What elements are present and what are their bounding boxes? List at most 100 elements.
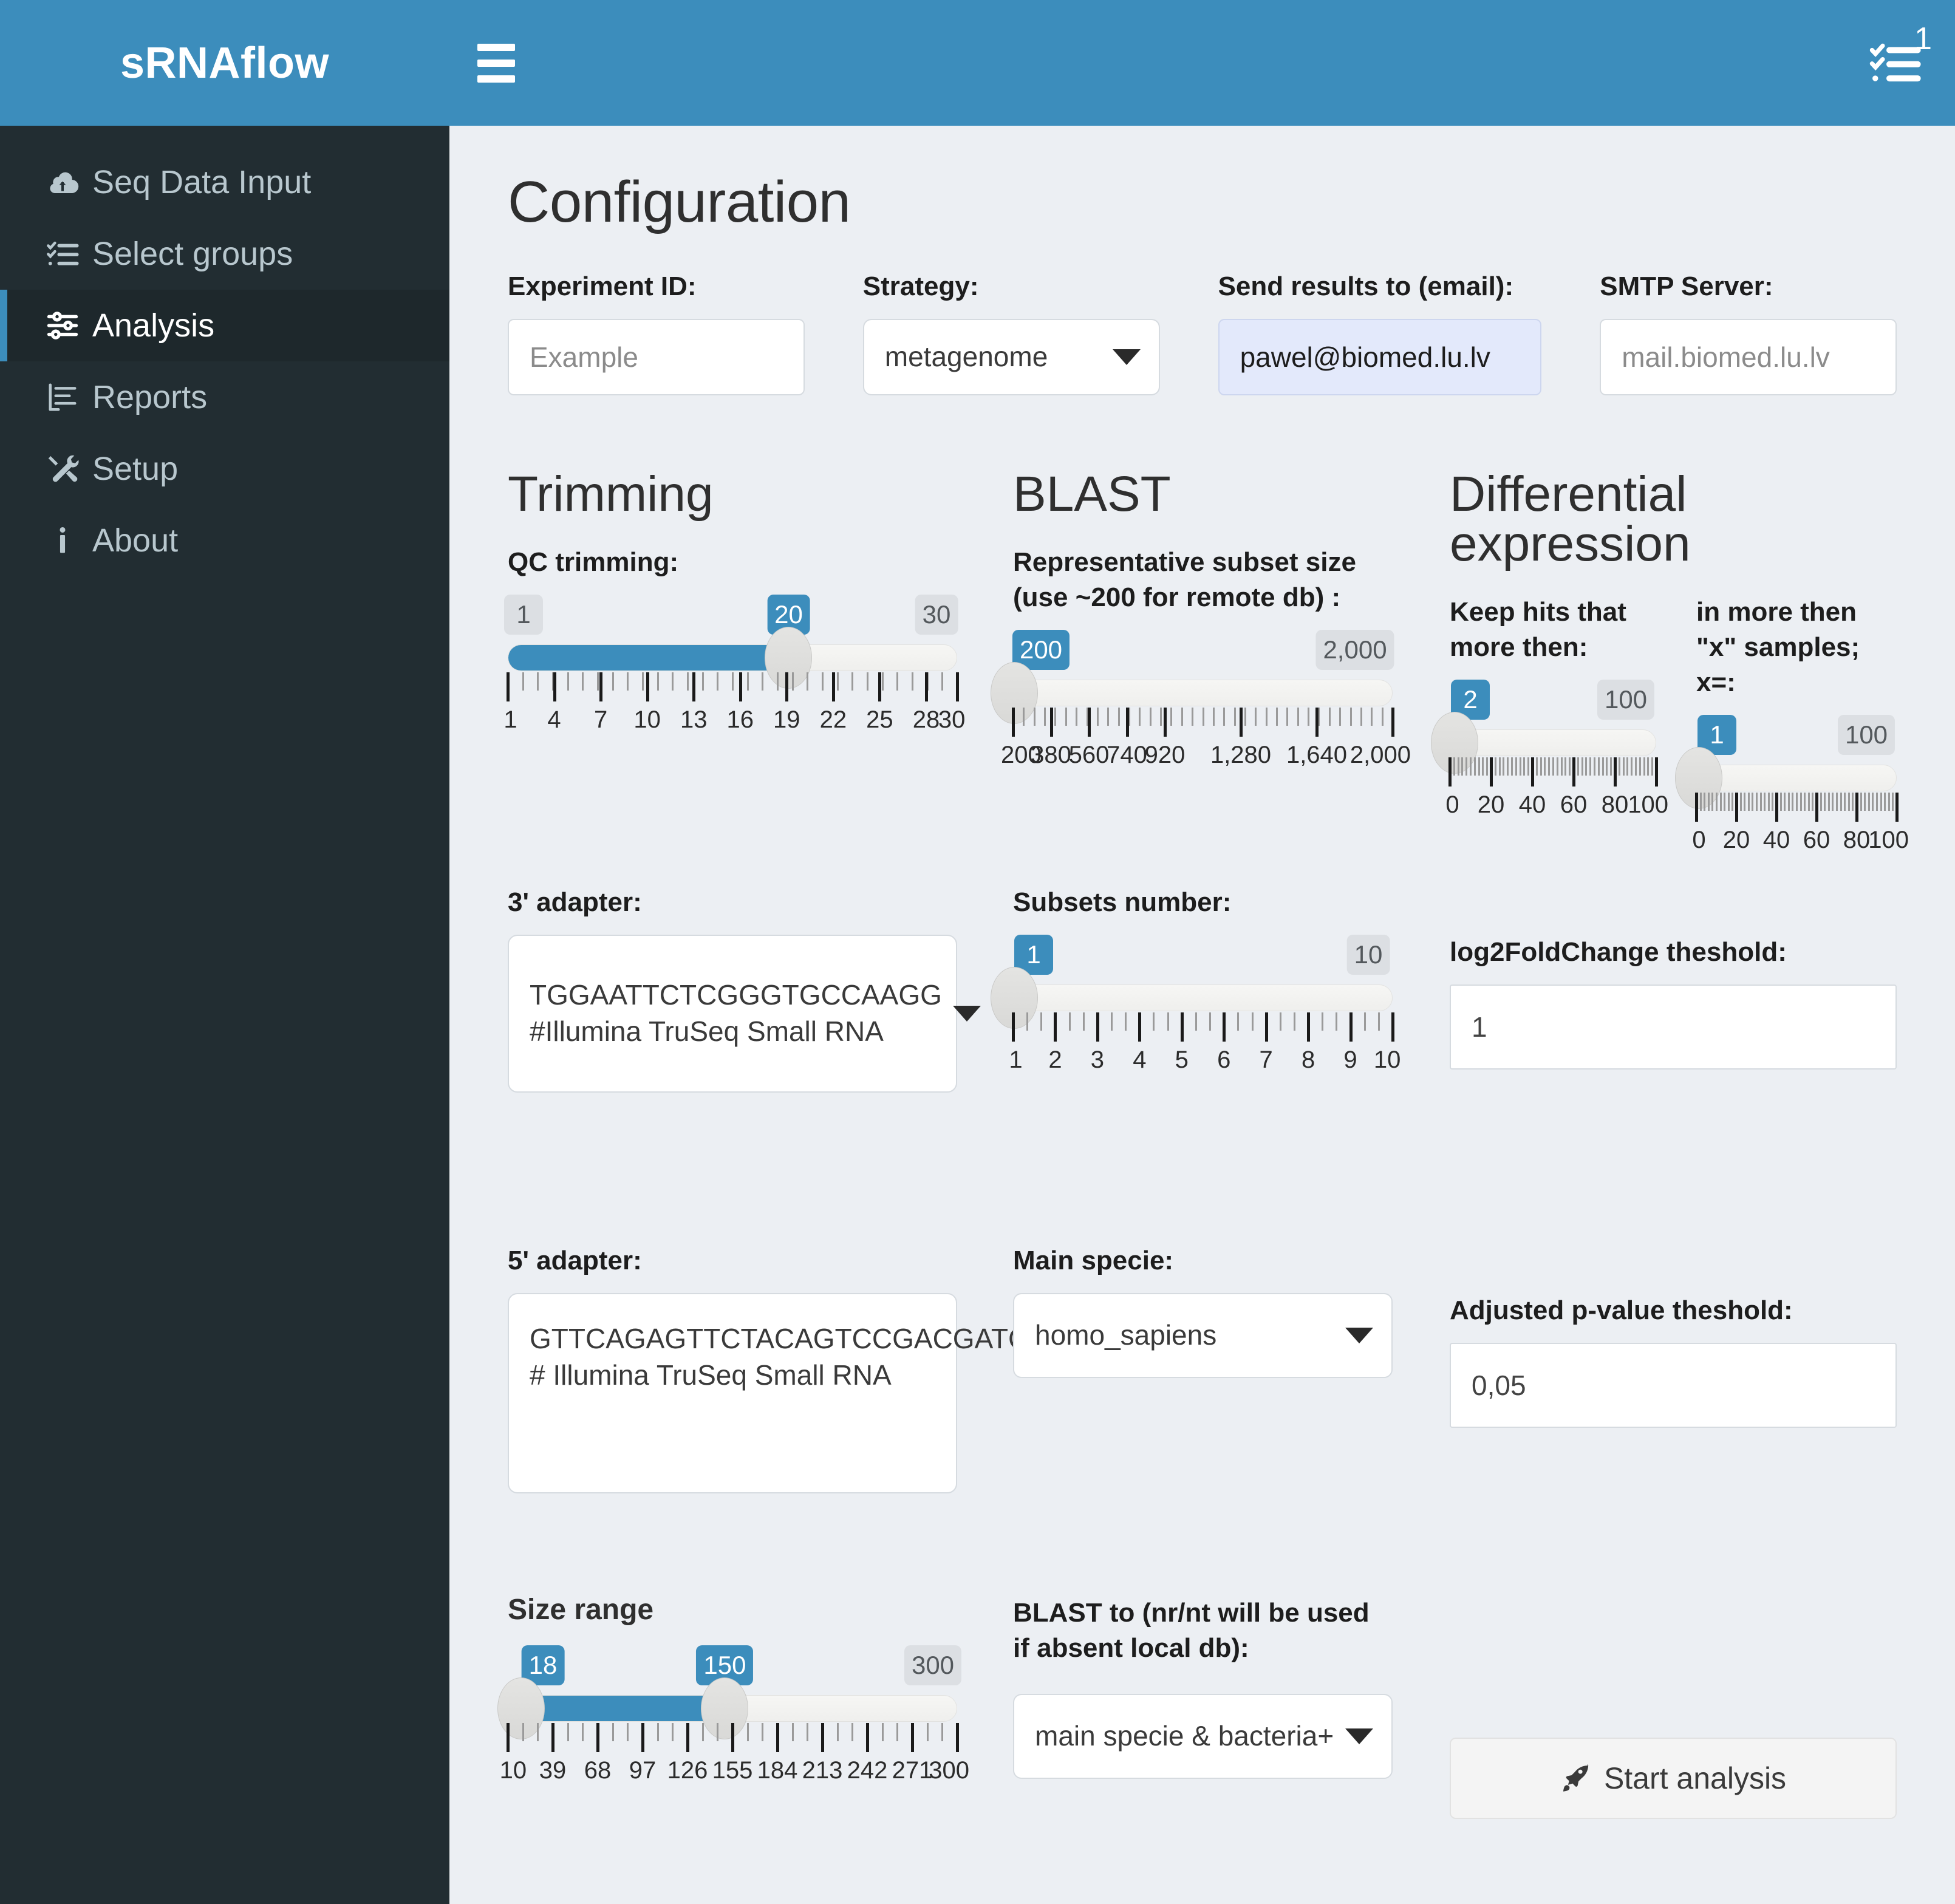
sidebar-item-setup[interactable]: Setup [0, 433, 449, 505]
de-sliders-row: Keep hits that more then: 2 100 0 20 40 … [1430, 595, 1909, 935]
sidebar-item-select-groups[interactable]: Select groups [0, 218, 449, 290]
sliders-icon [45, 308, 80, 343]
sidebar-item-label: Reports [92, 379, 208, 415]
padj-input[interactable]: 0,05 [1450, 1343, 1897, 1428]
main-specie-select[interactable]: homo_sapiens [1013, 1293, 1393, 1379]
experiment-id-input[interactable]: Example [508, 319, 805, 396]
brand-title: sRNAflow [0, 0, 449, 126]
adapter3-select[interactable]: TGGAATTCTCGGGTGCCAAGG #Illumina TruSeq S… [508, 935, 981, 1093]
blast-to-select[interactable]: main specie & bacteria+ [1013, 1694, 1393, 1779]
task-list-icon [45, 236, 80, 271]
size-ticks [507, 1723, 959, 1756]
main-specie-value: homo_sapiens [1035, 1319, 1217, 1351]
subsets-number-group: Subsets number: 1 10 1 2 3 4 5 6 7 8 9 10 [991, 885, 1401, 1243]
subsets-tick-labels: 1 2 3 4 5 6 7 8 9 10 [1009, 1046, 1401, 1074]
qc-trimming-label: QC trimming: [508, 547, 679, 578]
chevron-down-icon [1345, 1328, 1373, 1344]
chevron-down-icon [1345, 1728, 1373, 1745]
subset-size-slider[interactable]: 200 2,000 200 380 560 740 920 1,280 1,640 2,000 [991, 630, 1411, 778]
app-root: sRNAflow Seq Data Input Select groups An… [0, 0, 1955, 1904]
trimming-column: Trimming QC trimming: 1 20 30 1 4 7 10 1… [497, 466, 1068, 1819]
main-specie-group: Main specie: homo_sapiens [1013, 1243, 1393, 1595]
adapter5-label: 5' adapter: [508, 1246, 642, 1276]
start-analysis-button[interactable]: Start analysis [1450, 1738, 1897, 1820]
keep-hits-max-bubble: 100 [1597, 680, 1655, 720]
qc-trimming-slider[interactable]: 1 20 30 1 4 7 10 13 16 19 22 25 28 30 [503, 595, 966, 743]
cloud-upload-icon [45, 165, 80, 200]
qc-tick-labels: 1 4 7 10 13 16 19 22 25 28 30 [503, 706, 966, 734]
strategy-label: Strategy: [862, 271, 979, 301]
content-area: Configuration Experiment ID: Example Str… [449, 126, 1955, 1904]
subset-tick-labels: 200 380 560 740 920 1,280 1,640 2,000 [1000, 742, 1411, 769]
smtp-label: SMTP Server: [1600, 271, 1773, 301]
sidebar-item-label: Select groups [92, 236, 293, 272]
log2fc-label: log2FoldChange theshold: [1450, 937, 1787, 967]
adapter5-select[interactable]: GTTCAGAGTTCTACAGTCCGACGATC # Illumina Tr… [508, 1293, 1068, 1494]
keep-hits-slider[interactable]: 2 100 0 20 40 60 80 100 [1430, 680, 1669, 828]
adapter3-group: 3' adapter: TGGAATTCTCGGGTGCCAAGG #Illum… [508, 885, 981, 1243]
experiment-id-group: Experiment ID: Example [508, 269, 805, 396]
smtp-input[interactable]: mail.biomed.lu.lv [1600, 319, 1897, 396]
start-analysis-group: Start analysis [1450, 1645, 1897, 1820]
differential-title: Differential expression [1450, 466, 1691, 572]
qc-max-bubble: 30 [915, 595, 958, 635]
email-group: Send results to (email): pawel@biomed.lu… [1218, 269, 1542, 396]
size-max-bubble: 300 [904, 1645, 962, 1686]
blast-to-value: main specie & bacteria+ [1035, 1720, 1334, 1752]
qc-min-bubble: 1 [504, 595, 543, 635]
main-area: 1 Configuration Experiment ID: Example S… [449, 0, 1955, 1904]
padj-label: Adjusted p-value theshold: [1450, 1295, 1793, 1326]
page-title: Configuration [508, 169, 851, 234]
differential-column: Differential expression Keep hits that m… [1430, 466, 1909, 1820]
sidebar-item-analysis[interactable]: Analysis [0, 290, 449, 361]
topbar: 1 [449, 0, 1955, 126]
strategy-select[interactable]: metagenome [862, 319, 1160, 396]
adapter3-label: 3' adapter: [508, 887, 642, 918]
log2fc-group: log2FoldChange theshold: 1 [1450, 935, 1897, 1293]
task-list-icon[interactable]: 1 [1861, 23, 1932, 92]
blast-title: BLAST [1013, 466, 1171, 522]
qc-ticks [507, 672, 959, 705]
blast-to-label: BLAST to (nr/nt will be used if absent l… [1013, 1598, 1370, 1663]
sidebar-item-seq-data-input[interactable]: Seq Data Input [0, 146, 449, 218]
keep-hits-ticks [1448, 757, 1658, 790]
keep-hits-group: Keep hits that more then: 2 100 0 20 40 … [1430, 595, 1669, 935]
sidebar: sRNAflow Seq Data Input Select groups An… [0, 0, 449, 1904]
sidebar-item-reports[interactable]: Reports [0, 361, 449, 433]
subsets-number-label: Subsets number: [1013, 887, 1232, 918]
blast-to-group: BLAST to (nr/nt will be used if absent l… [1013, 1595, 1393, 1779]
subset-ticks [1012, 708, 1394, 740]
in-samples-label: in more then "x" samples; x=: [1696, 597, 1860, 698]
start-analysis-label: Start analysis [1603, 1761, 1787, 1796]
email-label: Send results to (email): [1218, 271, 1514, 301]
log2fc-input[interactable]: 1 [1450, 984, 1897, 1070]
config-row: Experiment ID: Example Strategy: metagen… [508, 269, 1897, 396]
sidebar-item-label: Seq Data Input [92, 164, 312, 200]
bar-chart-icon [45, 380, 80, 415]
hamburger-icon[interactable] [477, 42, 520, 84]
in-samples-tick-labels: 0 20 40 60 80 100 [1692, 827, 1909, 854]
sections-row: Trimming QC trimming: 1 20 30 1 4 7 10 1… [497, 466, 1909, 1820]
qc-trimming-group: QC trimming: 1 20 30 1 4 7 10 13 16 19 2… [503, 545, 966, 885]
in-samples-group: in more then "x" samples; x=: 1 100 0 20… [1675, 595, 1909, 935]
size-range-group: Size range 18 150 300 10 39 68 97 126 15… [497, 1594, 969, 1793]
keep-hits-label: Keep hits that more then: [1450, 597, 1626, 663]
keep-hits-tick-labels: 0 20 40 60 80 100 [1445, 791, 1669, 819]
email-input[interactable]: pawel@biomed.lu.lv [1218, 319, 1542, 396]
qc-fill [508, 645, 789, 671]
size-range-label: Size range [508, 1594, 654, 1626]
size-range-slider[interactable]: 18 150 300 10 39 68 97 126 155 184 213 242 271 300 [497, 1645, 969, 1793]
subset-size-group: Representative subset size (use ~200 for… [991, 545, 1411, 885]
sidebar-item-about[interactable]: About [0, 505, 449, 576]
sidebar-nav: Seq Data Input Select groups Analysis Re… [0, 126, 449, 576]
adapter5-group: 5' adapter: GTTCAGAGTTCTACAGTCCGACGATC #… [508, 1243, 1068, 1595]
subsets-ticks [1012, 1012, 1394, 1045]
strategy-value: metagenome [884, 341, 1048, 373]
in-samples-slider[interactable]: 1 100 0 20 40 60 80 100 [1675, 715, 1909, 863]
subsets-number-slider[interactable]: 1 10 1 2 3 4 5 6 7 8 9 10 [991, 935, 1401, 1083]
sidebar-item-label: Setup [92, 451, 179, 487]
trimming-title: Trimming [508, 466, 714, 522]
subset-size-label: Representative subset size (use ~200 for… [1013, 547, 1356, 613]
subsets-max-bubble: 10 [1346, 935, 1390, 975]
adapter3-value: TGGAATTCTCGGGTGCCAAGG #Illumina TruSeq S… [530, 979, 942, 1048]
